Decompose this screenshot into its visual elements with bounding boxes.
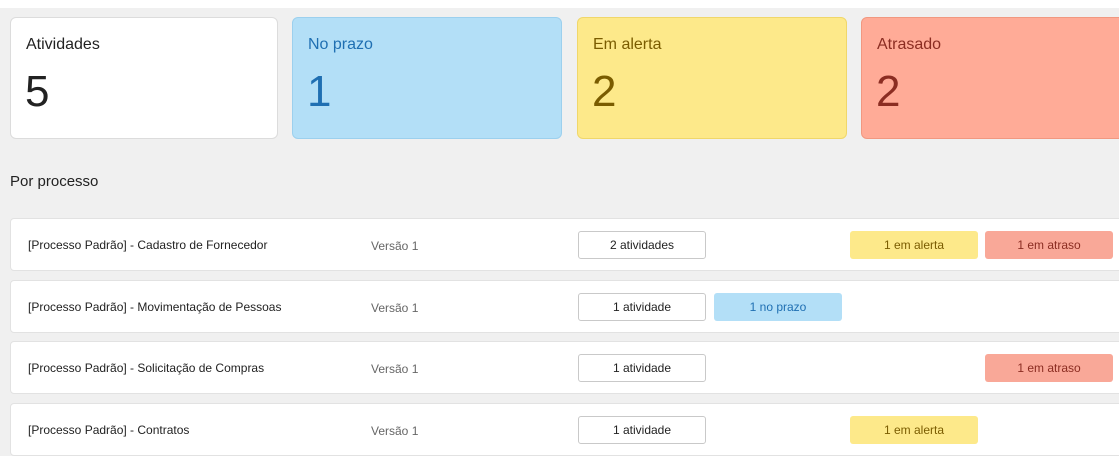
- activity-count[interactable]: 1 atividade: [578, 293, 706, 321]
- alert-value: 2: [592, 67, 617, 116]
- late-card[interactable]: Atrasado 2: [861, 17, 1119, 139]
- process-name: [Processo Padrão] - Cadastro de Forneced…: [28, 238, 268, 252]
- activity-count[interactable]: 1 atividade: [578, 416, 706, 444]
- section-title: Por processo: [10, 173, 99, 190]
- total-activities-card[interactable]: Atividades 5: [10, 17, 278, 139]
- on-time-card[interactable]: No prazo 1: [292, 17, 562, 139]
- alert-label: Em alerta: [593, 36, 662, 53]
- activity-count[interactable]: 1 atividade: [578, 354, 706, 382]
- process-version: Versão 1: [371, 301, 419, 315]
- on-time-label: No prazo: [308, 36, 373, 53]
- alert-card[interactable]: Em alerta 2: [577, 17, 847, 139]
- process-row-contratos[interactable]: [Processo Padrão] - Contratos Versão 1 1…: [10, 403, 1119, 456]
- total-activities-label: Atividades: [26, 36, 100, 53]
- alert-badge[interactable]: 1 em alerta: [850, 416, 978, 444]
- process-version: Versão 1: [371, 424, 419, 438]
- late-badge[interactable]: 1 em atraso: [985, 354, 1113, 382]
- late-value: 2: [876, 67, 901, 116]
- on-time-value: 1: [307, 67, 332, 116]
- process-version: Versão 1: [371, 239, 419, 253]
- process-row-movimentacao-pessoas[interactable]: [Processo Padrão] - Movimentação de Pess…: [10, 280, 1119, 333]
- total-activities-value: 5: [25, 67, 50, 116]
- activity-count[interactable]: 2 atividades: [578, 231, 706, 259]
- on-time-badge[interactable]: 1 no prazo: [714, 293, 842, 321]
- process-name: [Processo Padrão] - Solicitação de Compr…: [28, 361, 265, 375]
- top-bar: [0, 0, 1119, 8]
- process-name: [Processo Padrão] - Contratos: [28, 423, 190, 437]
- alert-badge[interactable]: 1 em alerta: [850, 231, 978, 259]
- process-version: Versão 1: [371, 362, 419, 376]
- process-row-solicitacao-compras[interactable]: [Processo Padrão] - Solicitação de Compr…: [10, 341, 1119, 394]
- process-row-cadastro-fornecedor[interactable]: [Processo Padrão] - Cadastro de Forneced…: [10, 218, 1119, 271]
- late-label: Atrasado: [877, 36, 942, 53]
- late-badge[interactable]: 1 em atraso: [985, 231, 1113, 259]
- process-name: [Processo Padrão] - Movimentação de Pess…: [28, 300, 282, 314]
